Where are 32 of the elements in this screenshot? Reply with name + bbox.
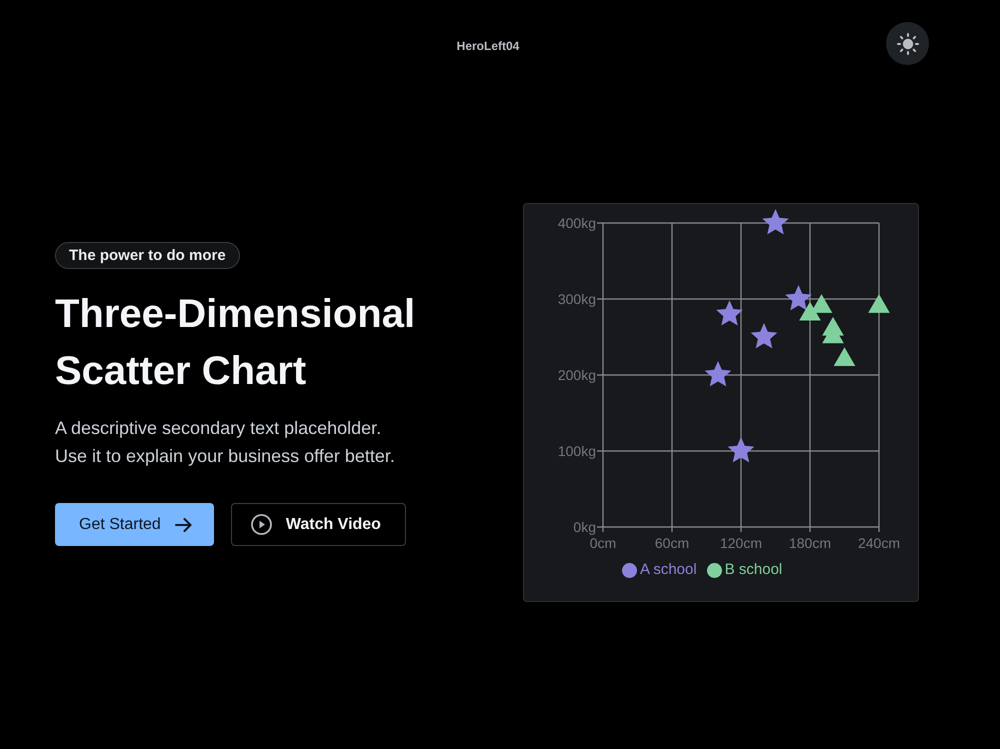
y-tick-label: 400kg — [558, 215, 596, 231]
legend-label: B school — [724, 561, 782, 579]
star-marker — [750, 323, 778, 348]
legend-label: A school — [640, 561, 697, 579]
play-circle-icon — [250, 514, 272, 535]
star-marker — [785, 285, 812, 310]
hero-title: Three-Dimensional Scatter Chart — [55, 291, 416, 395]
star-marker — [762, 209, 789, 234]
x-tick-label: 60cm — [654, 535, 690, 551]
arrow-right-icon — [174, 518, 192, 532]
triangle-marker — [799, 302, 821, 320]
y-tick-label: 300kg — [558, 291, 596, 307]
x-tick-label: 240cm — [858, 535, 900, 551]
y-tick-label: 100kg — [558, 443, 596, 459]
theme-toggle[interactable] — [886, 22, 929, 65]
star-marker — [704, 361, 732, 386]
x-tick-label: 180cm — [788, 535, 832, 551]
page-title: HeroLeft04 — [456, 38, 520, 53]
watch-video-button[interactable]: Watch Video — [230, 503, 406, 546]
y-tick-label: 0kg — [573, 519, 596, 535]
triangle-marker — [834, 347, 856, 366]
triangle-marker — [810, 294, 832, 313]
triangle-marker — [868, 294, 890, 313]
star-marker — [716, 300, 743, 326]
x-tick-label: 120cm — [720, 535, 762, 551]
sun-icon — [896, 32, 918, 54]
y-tick-label: 200kg — [558, 367, 596, 383]
star-marker — [728, 437, 754, 462]
hero-description: A descriptive secondary text placeholder. Use it to explain your business offer better. — [55, 417, 396, 468]
x-tick-label: 0cm — [590, 535, 616, 551]
get-started-button[interactable]: Get Started — [55, 503, 214, 546]
tagline-badge: The power to do more — [55, 242, 240, 269]
